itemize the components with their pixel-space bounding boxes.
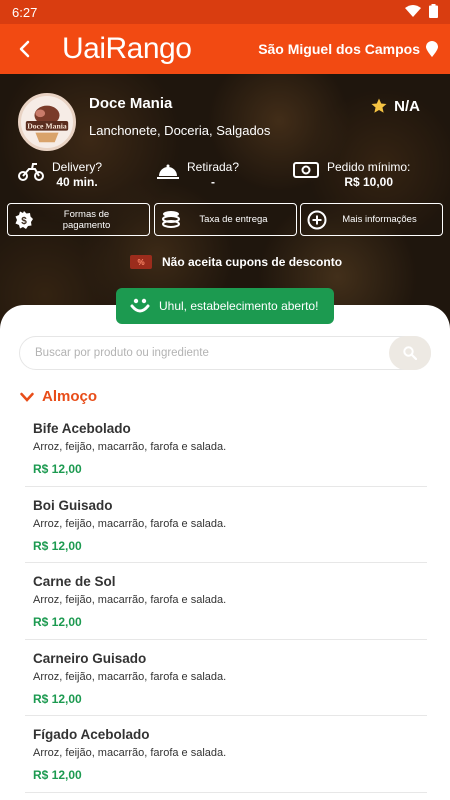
- search-icon: [403, 346, 417, 360]
- city-selector[interactable]: São Miguel dos Campos: [258, 41, 450, 57]
- open-status-text: Uhul, estabelecimento aberto!: [159, 299, 319, 313]
- item-price: R$ 12,00: [33, 538, 82, 553]
- rating-value: N/A: [394, 97, 420, 115]
- item-price: R$ 12,00: [33, 615, 82, 629]
- coins-icon: [162, 210, 180, 228]
- list-item[interactable]: Carneiro Guisado Arroz, feijão, macarrão…: [25, 640, 427, 716]
- list-item[interactable]: Fígado Acebolado Arroz, feijão, macarrão…: [25, 716, 427, 793]
- pickup-info: Retirada? -: [157, 160, 239, 189]
- item-description: Arroz, feijão, macarrão, farofa e salada…: [33, 670, 227, 683]
- coupon-notice: % Não aceita cupons de desconto: [130, 255, 342, 269]
- status-bar: 6:27: [0, 0, 450, 24]
- search-input[interactable]: [35, 347, 389, 359]
- item-description: Arroz, feijão, macarrão, farofa e salada…: [33, 747, 227, 759]
- battery-icon: [429, 3, 438, 21]
- min-order-value: R$ 10,00: [344, 175, 394, 189]
- logo-text: Doce Mania: [27, 122, 67, 131]
- pickup-label: Retirada?: [187, 160, 240, 174]
- min-order-info: Pedido mínimo: R$ 10,00: [293, 160, 410, 189]
- item-name: Bife Acebolado: [33, 421, 131, 436]
- section-almoco[interactable]: Almoço: [20, 388, 97, 405]
- open-status-badge: Uhul, estabelecimento aberto!: [116, 288, 334, 324]
- delivery-info: Delivery? 40 min.: [18, 160, 102, 189]
- section-title: Almoço: [42, 388, 98, 405]
- location-pin-icon: [426, 41, 438, 57]
- app-logo: UaiRango: [62, 32, 192, 65]
- money-icon: [293, 162, 319, 178]
- plus-icon: [307, 210, 327, 229]
- back-button[interactable]: [0, 24, 50, 74]
- more-info-button[interactable]: Mais informações: [300, 203, 443, 236]
- item-description: Arroz, feijão, macarrão, farofa e salada…: [33, 441, 227, 453]
- delivery-time: 40 min.: [56, 175, 98, 189]
- list-item[interactable]: Bife Acebolado Arroz, feijão, macarrão, …: [25, 410, 427, 487]
- store-logo: Doce Mania: [18, 93, 76, 151]
- search-bar: [19, 336, 431, 370]
- list-item[interactable]: Carne de Sol Arroz, feijão, macarrão, fa…: [25, 563, 427, 640]
- coupon-notice-text: Não aceita cupons de desconto: [162, 255, 343, 269]
- cloche-icon: [157, 164, 179, 179]
- store-name: Doce Mania: [89, 95, 173, 112]
- chevron-down-icon: [20, 392, 34, 402]
- payment-methods-label: Formas de pagamento: [62, 208, 111, 231]
- dollar-icon: $: [15, 210, 33, 229]
- store-categories: Lanchonete, Doceria, Salgados: [89, 123, 271, 138]
- app-bar: UaiRango São Miguel dos Campos: [0, 24, 450, 74]
- item-name: Carneiro Guisado: [33, 650, 147, 666]
- star-icon: [371, 98, 387, 113]
- item-price: R$ 12,00: [33, 768, 82, 782]
- smile-icon: [130, 298, 150, 313]
- search-button[interactable]: [389, 336, 431, 370]
- pickup-value: -: [211, 175, 216, 189]
- min-order-label: Pedido mínimo:: [327, 160, 411, 174]
- svg-text:$: $: [21, 216, 27, 227]
- delivery-fee-label: Taxa de entrega: [199, 214, 268, 225]
- status-time: 6:27: [12, 4, 38, 20]
- wifi-icon: [405, 4, 421, 20]
- city-label: São Miguel dos Campos: [258, 41, 420, 57]
- delivery-fee-button[interactable]: Taxa de entrega: [154, 203, 297, 236]
- item-name: Fígado Acebolado: [33, 727, 150, 742]
- rating: N/A: [370, 97, 420, 115]
- item-price: R$ 12,00: [33, 691, 82, 706]
- item-description: Arroz, feijão, macarrão, farofa e salada…: [33, 594, 227, 606]
- item-name: Boi Guisado: [33, 497, 113, 513]
- list-item[interactable]: Boi Guisado Arroz, feijão, macarrão, far…: [25, 487, 427, 563]
- item-description: Arroz, feijão, macarrão, farofa e salada…: [33, 517, 227, 530]
- more-info-label: Mais informações: [342, 214, 417, 225]
- back-arrow-icon: [19, 40, 30, 58]
- delivery-label: Delivery?: [52, 160, 103, 174]
- payment-methods-button[interactable]: $ Formas de pagamento: [7, 203, 150, 236]
- item-price: R$ 12,00: [33, 462, 82, 476]
- product-list: Bife Acebolado Arroz, feijão, macarrão, …: [25, 410, 427, 793]
- coupon-tag-icon: %: [130, 255, 152, 269]
- item-name: Carne de Sol: [33, 574, 116, 589]
- motorcycle-icon: [18, 163, 44, 181]
